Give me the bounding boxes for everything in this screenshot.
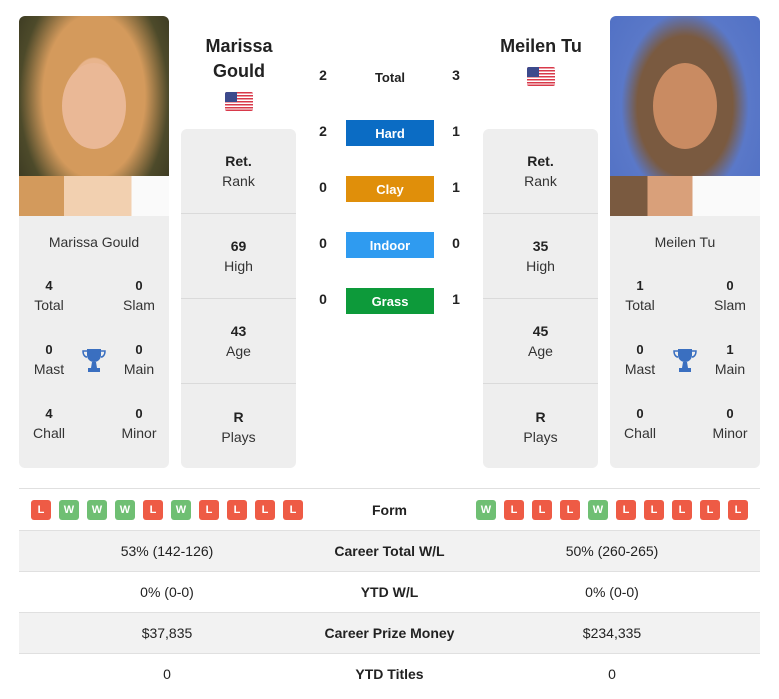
table-row: 0 YTD Titles 0 bbox=[19, 653, 760, 694]
form-badge-win[interactable]: W bbox=[588, 499, 608, 520]
player1-minor-titles: 0 Minor bbox=[121, 406, 157, 441]
surface-clay-button[interactable]: Clay bbox=[346, 176, 434, 202]
h2h-clay-p2: 1 bbox=[452, 179, 460, 195]
form-badge-loss[interactable]: L bbox=[283, 499, 303, 520]
form-badge-win[interactable]: W bbox=[115, 499, 135, 520]
player2-age: 45 Age bbox=[483, 299, 598, 384]
form-badge-loss[interactable]: L bbox=[143, 499, 163, 520]
h2h-grass-p2: 1 bbox=[452, 291, 460, 307]
us-flag-icon bbox=[527, 67, 555, 86]
table-row: $37,835 Career Prize Money $234,335 bbox=[19, 612, 760, 653]
player2-career-wl: 50% (260-265) bbox=[565, 543, 659, 559]
form-badge-loss[interactable]: L bbox=[644, 499, 664, 520]
player1-ytd-wl: 0% (0-0) bbox=[140, 584, 194, 600]
table-row: 53% (142-126) Career Total W/L 50% (260-… bbox=[19, 530, 760, 571]
player1-high: 69 High bbox=[181, 214, 296, 299]
ytd-wl-label: YTD W/L bbox=[360, 584, 419, 600]
player2-minor-titles: 0 Minor bbox=[712, 406, 748, 441]
player1-main-titles: 0 Main bbox=[123, 342, 155, 377]
player1-info-panel: Ret. Rank 69 High 43 Age R Plays bbox=[181, 129, 296, 468]
player2-high: 35 High bbox=[483, 214, 598, 299]
h2h-grass-p1: 0 bbox=[319, 291, 327, 307]
player2-ytd-titles: 0 bbox=[608, 666, 616, 682]
comparison-table: LWWWLWLLLL Form WLLLWLLLLL 53% (142-126)… bbox=[19, 488, 760, 694]
form-badge-loss[interactable]: L bbox=[227, 499, 247, 520]
player1-name[interactable]: Marissa Gould bbox=[19, 234, 169, 250]
player1-total-titles: 4 Total bbox=[34, 278, 64, 313]
trophy-icon bbox=[82, 349, 106, 372]
form-badge-win[interactable]: W bbox=[59, 499, 79, 520]
h2h-total-p2: 3 bbox=[452, 67, 460, 83]
player1-rank: Ret. Rank bbox=[181, 129, 296, 214]
form-badge-loss[interactable]: L bbox=[199, 499, 219, 520]
form-badge-win[interactable]: W bbox=[476, 499, 496, 520]
player2-info-panel: Ret. Rank 35 High 45 Age R Plays bbox=[483, 129, 598, 468]
h2h-hard-p1: 2 bbox=[319, 123, 327, 139]
player1-ytd-titles: 0 bbox=[163, 666, 171, 682]
player2-slam-titles: 0 Slam bbox=[714, 278, 746, 313]
player1-career-wl: 53% (142-126) bbox=[120, 543, 214, 559]
player2-heading[interactable]: Meilen Tu bbox=[476, 34, 606, 59]
player2-photo bbox=[610, 16, 760, 216]
player1-plays: R Plays bbox=[221, 408, 256, 445]
form-badge-win[interactable]: W bbox=[171, 499, 191, 520]
form-badge-loss[interactable]: L bbox=[504, 499, 524, 520]
form-badge-loss[interactable]: L bbox=[255, 499, 275, 520]
player2-rank: Ret. Rank bbox=[483, 129, 598, 214]
h2h-total-p1: 2 bbox=[319, 67, 327, 83]
player2-plays: R Plays bbox=[523, 408, 558, 445]
form-badge-loss[interactable]: L bbox=[616, 499, 636, 520]
h2h-hard-p2: 1 bbox=[452, 123, 460, 139]
player1-chall-titles: 4 Chall bbox=[33, 406, 65, 441]
player1-photo bbox=[19, 16, 169, 216]
form-label: Form bbox=[372, 501, 407, 518]
h2h-clay-p1: 0 bbox=[319, 179, 327, 195]
player1-mast-titles: 0 Mast bbox=[33, 342, 65, 377]
h2h-total-label: Total bbox=[374, 70, 406, 85]
ytd-titles-label: YTD Titles bbox=[355, 666, 424, 682]
player1-slam-titles: 0 Slam bbox=[123, 278, 155, 313]
table-row: 0% (0-0) YTD W/L 0% (0-0) bbox=[19, 571, 760, 612]
form-badge-loss[interactable]: L bbox=[700, 499, 720, 520]
player1-age: 43 Age bbox=[181, 299, 296, 384]
player2-prize-money: $234,335 bbox=[582, 625, 642, 641]
player2-main-titles: 1 Main bbox=[714, 342, 746, 377]
form-row: LWWWLWLLLL Form WLLLWLLLLL bbox=[19, 488, 760, 530]
player2-form: WLLLWLLLLL bbox=[464, 499, 760, 520]
player1-heading[interactable]: Marissa Gould bbox=[174, 34, 304, 84]
player2-titles-card: Meilen Tu 1 Total 0 Slam 0 Mast 1 Main 0… bbox=[610, 216, 760, 468]
us-flag-icon bbox=[225, 92, 253, 111]
player1-titles-card: Marissa Gould 4 Total 0 Slam 0 Mast 0 Ma… bbox=[19, 216, 169, 468]
form-badge-loss[interactable]: L bbox=[728, 499, 748, 520]
player2-chall-titles: 0 Chall bbox=[624, 406, 656, 441]
surface-grass-button[interactable]: Grass bbox=[346, 288, 434, 314]
form-badge-win[interactable]: W bbox=[87, 499, 107, 520]
player2-ytd-wl: 0% (0-0) bbox=[585, 584, 639, 600]
player1-prize-money: $37,835 bbox=[141, 625, 193, 641]
trophy-icon bbox=[673, 349, 697, 372]
form-badge-loss[interactable]: L bbox=[31, 499, 51, 520]
form-badge-loss[interactable]: L bbox=[532, 499, 552, 520]
prize-money-label: Career Prize Money bbox=[324, 625, 455, 641]
player2-mast-titles: 0 Mast bbox=[624, 342, 656, 377]
h2h-indoor-p2: 0 bbox=[452, 235, 460, 251]
player2-name[interactable]: Meilen Tu bbox=[610, 234, 760, 250]
form-badge-loss[interactable]: L bbox=[560, 499, 580, 520]
career-wl-label: Career Total W/L bbox=[334, 543, 445, 559]
surface-hard-button[interactable]: Hard bbox=[346, 120, 434, 146]
player2-total-titles: 1 Total bbox=[625, 278, 655, 313]
surface-indoor-button[interactable]: Indoor bbox=[346, 232, 434, 258]
player1-form: LWWWLWLLLL bbox=[19, 499, 315, 520]
h2h-indoor-p1: 0 bbox=[319, 235, 327, 251]
form-badge-loss[interactable]: L bbox=[672, 499, 692, 520]
